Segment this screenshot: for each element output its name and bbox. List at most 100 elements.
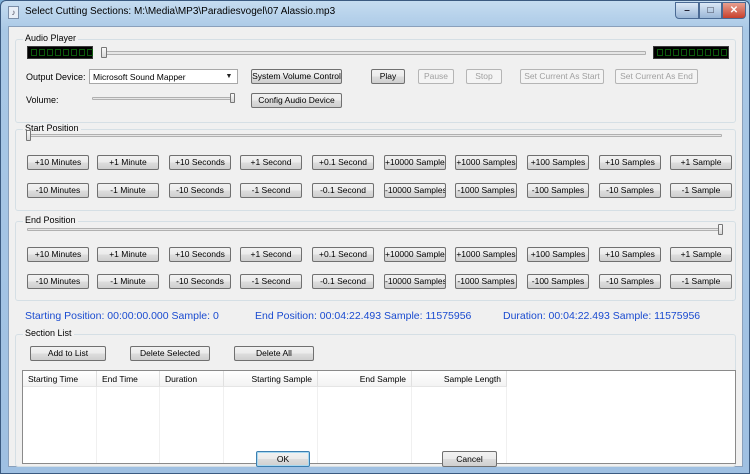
start-decrease-button-8[interactable]: -100 Samples <box>527 183 589 198</box>
lcd-digit <box>713 49 719 56</box>
lcd-digit <box>79 49 85 56</box>
starting-position-info: Starting Position: 00:00:00.000 Sample: … <box>25 310 219 322</box>
volume-slider-thumb[interactable] <box>230 93 235 103</box>
system-volume-button[interactable]: System Volume Control <box>251 69 342 84</box>
start-position-slider-thumb[interactable] <box>26 130 31 141</box>
lcd-digit <box>63 49 69 56</box>
start-increase-button-3[interactable]: +10 Seconds <box>169 155 231 170</box>
lcd-digit <box>689 49 695 56</box>
end-position-slider-thumb[interactable] <box>718 224 723 235</box>
end-increase-button-3[interactable]: +10 Seconds <box>169 247 231 262</box>
column-header-starting-sample[interactable]: Starting Sample <box>224 371 318 387</box>
column-header-end-time[interactable]: End Time <box>97 371 160 387</box>
lcd-digit <box>87 49 93 56</box>
total-time-display <box>653 46 729 59</box>
lcd-digit <box>71 49 77 56</box>
close-button[interactable]: ✕ <box>722 2 746 19</box>
start-decrease-button-4[interactable]: -1 Second <box>240 183 302 198</box>
column-header-starting-time[interactable]: Starting Time <box>23 371 97 387</box>
title-bar[interactable]: ♪ Select Cutting Sections: M:\Media\MP3\… <box>1 1 749 25</box>
end-decrease-button-10[interactable]: -1 Sample <box>670 274 732 289</box>
start-decrease-button-5[interactable]: -0.1 Second <box>312 183 374 198</box>
set-current-as-start-button[interactable]: Set Current As Start <box>520 69 604 84</box>
end-decrease-button-4[interactable]: -1 Second <box>240 274 302 289</box>
dialog-client: Audio Player Output Device: Microsoft So… <box>8 26 743 467</box>
delete-all-button[interactable]: Delete All <box>234 346 314 361</box>
start-increase-button-1[interactable]: +10 Minutes <box>27 155 89 170</box>
start-decrease-button-7[interactable]: -1000 Samples <box>455 183 517 198</box>
start-position-group-label: Start Position <box>23 123 81 133</box>
maximize-button[interactable]: □ <box>699 2 722 19</box>
start-decrease-button-9[interactable]: -10 Samples <box>599 183 661 198</box>
column-divider <box>506 387 507 463</box>
end-decrease-button-1[interactable]: -10 Minutes <box>27 274 89 289</box>
start-decrease-button-2[interactable]: -1 Minute <box>97 183 159 198</box>
app-icon: ♪ <box>8 6 19 19</box>
end-increase-button-8[interactable]: +100 Samples <box>527 247 589 262</box>
end-increase-button-5[interactable]: +0.1 Second <box>312 247 374 262</box>
end-increase-button-4[interactable]: +1 Second <box>240 247 302 262</box>
start-increase-button-8[interactable]: +100 Samples <box>527 155 589 170</box>
minimize-button[interactable]: – <box>675 2 699 19</box>
end-position-group-label: End Position <box>23 215 78 225</box>
end-decrease-button-2[interactable]: -1 Minute <box>97 274 159 289</box>
column-header-end-sample[interactable]: End Sample <box>318 371 412 387</box>
start-increase-button-7[interactable]: +1000 Samples <box>455 155 517 170</box>
config-audio-device-button[interactable]: Config Audio Device <box>251 93 342 108</box>
delete-selected-button[interactable]: Delete Selected <box>130 346 210 361</box>
end-decrease-button-9[interactable]: -10 Samples <box>599 274 661 289</box>
section-list-group-label: Section List <box>23 328 74 338</box>
section-list-table[interactable]: Starting Time End Time Duration Starting Sa… <box>22 370 736 464</box>
end-increase-button-9[interactable]: +10 Samples <box>599 247 661 262</box>
end-decrease-button-3[interactable]: -10 Seconds <box>169 274 231 289</box>
lcd-digit <box>47 49 53 56</box>
volume-label: Volume: <box>26 95 59 105</box>
end-decrease-button-7[interactable]: -1000 Samples <box>455 274 517 289</box>
column-header-sample-length[interactable]: Sample Length <box>412 371 507 387</box>
seek-track <box>103 51 646 55</box>
end-decrease-button-8[interactable]: -100 Samples <box>527 274 589 289</box>
lcd-digit <box>657 49 663 56</box>
dialog-window: ♪ Select Cutting Sections: M:\Media\MP3\… <box>0 0 750 474</box>
stop-button[interactable]: Stop <box>466 69 502 84</box>
end-increase-button-2[interactable]: +1 Minute <box>97 247 159 262</box>
output-device-select[interactable]: Microsoft Sound Mapper ▼ <box>89 69 238 84</box>
column-divider <box>317 387 318 463</box>
start-increase-button-4[interactable]: +1 Second <box>240 155 302 170</box>
current-time-display <box>27 46 93 59</box>
audio-player-group-label: Audio Player <box>23 33 79 43</box>
pause-button[interactable]: Pause <box>418 69 454 84</box>
start-increase-button-9[interactable]: +10 Samples <box>599 155 661 170</box>
end-increase-button-10[interactable]: +1 Sample <box>670 247 732 262</box>
add-to-list-button[interactable]: Add to List <box>30 346 106 361</box>
end-increase-button-6[interactable]: +10000 Samples <box>384 247 446 262</box>
start-increase-button-5[interactable]: +0.1 Second <box>312 155 374 170</box>
output-device-value: Microsoft Sound Mapper <box>93 72 186 82</box>
cancel-button[interactable]: Cancel <box>442 451 497 467</box>
start-increase-button-6[interactable]: +10000 Samples <box>384 155 446 170</box>
play-button[interactable]: Play <box>371 69 405 84</box>
end-increase-button-7[interactable]: +1000 Samples <box>455 247 517 262</box>
start-position-track <box>27 134 722 137</box>
seek-slider-thumb[interactable] <box>101 47 107 58</box>
lcd-digit <box>721 49 727 56</box>
start-decrease-button-1[interactable]: -10 Minutes <box>27 183 89 198</box>
end-increase-button-1[interactable]: +10 Minutes <box>27 247 89 262</box>
column-divider <box>159 387 160 463</box>
window-title: Select Cutting Sections: M:\Media\MP3\Pa… <box>25 6 336 17</box>
start-increase-button-10[interactable]: +1 Sample <box>670 155 732 170</box>
start-decrease-button-10[interactable]: -1 Sample <box>670 183 732 198</box>
set-current-as-end-button[interactable]: Set Current As End <box>615 69 698 84</box>
start-increase-button-2[interactable]: +1 Minute <box>97 155 159 170</box>
volume-track <box>92 97 233 100</box>
column-header-duration[interactable]: Duration <box>160 371 224 387</box>
ok-button[interactable]: OK <box>256 451 310 467</box>
chevron-down-icon: ▼ <box>225 73 233 80</box>
end-position-track <box>27 228 722 231</box>
end-decrease-button-5[interactable]: -0.1 Second <box>312 274 374 289</box>
end-decrease-button-6[interactable]: -10000 Samples <box>384 274 446 289</box>
start-position-group <box>15 129 736 211</box>
start-decrease-button-3[interactable]: -10 Seconds <box>169 183 231 198</box>
output-device-label: Output Device: <box>26 72 86 82</box>
start-decrease-button-6[interactable]: -10000 Samples <box>384 183 446 198</box>
